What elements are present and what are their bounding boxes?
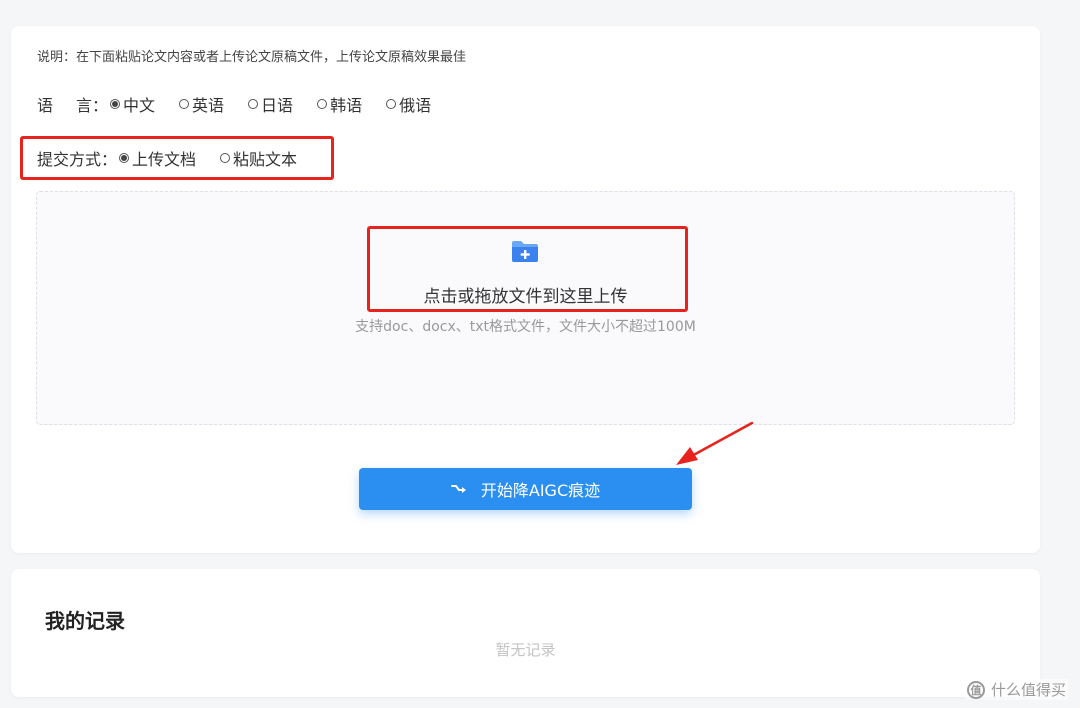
radio-unchecked-icon: [179, 99, 190, 109]
start-button-label: 开始降AIGC痕迹: [480, 481, 601, 500]
language-option-chinese[interactable]: 中文: [110, 92, 155, 116]
upload-form-card: 说明：在下面粘贴论文内容或者上传论文原稿文件，上传论文原稿效果最佳 语 言 ： …: [11, 26, 1040, 553]
instructions-text: 说明：在下面粘贴论文内容或者上传论文原稿文件，上传论文原稿效果最佳: [37, 50, 467, 65]
records-card: 我的记录 暂无记录: [11, 569, 1040, 697]
annotation-box-upload: [367, 226, 688, 312]
language-colon: ：: [92, 96, 109, 115]
radio-checked-icon: [110, 99, 121, 109]
language-row: 语 言 ： 中文 英语 日语 韩语 俄语: [37, 92, 431, 116]
records-empty-text: 暂无记录: [495, 641, 556, 659]
annotation-box-submit-method: [20, 136, 334, 180]
language-option-russian[interactable]: 俄语: [386, 92, 431, 116]
start-reduce-aigc-button[interactable]: 开始降AIGC痕迹: [359, 468, 692, 510]
language-label: 语 言: [37, 96, 92, 115]
watermark-logo-icon: 值: [966, 680, 985, 699]
language-option-korean[interactable]: 韩语: [317, 92, 362, 116]
watermark-text: 什么值得买: [990, 681, 1066, 699]
language-option-english[interactable]: 英语: [179, 92, 224, 116]
language-option-japanese[interactable]: 日语: [248, 92, 293, 116]
site-watermark: 值 什么值得买: [964, 679, 1068, 700]
radio-unchecked-icon: [317, 99, 328, 109]
wand-icon: [450, 485, 466, 493]
radio-unchecked-icon: [248, 99, 259, 109]
records-title: 我的记录: [45, 609, 125, 633]
annotation-arrow-icon: [676, 421, 754, 465]
upload-hint-text: 支持doc、docx、txt格式文件，文件大小不超过100M: [355, 319, 696, 335]
radio-unchecked-icon: [386, 99, 397, 109]
